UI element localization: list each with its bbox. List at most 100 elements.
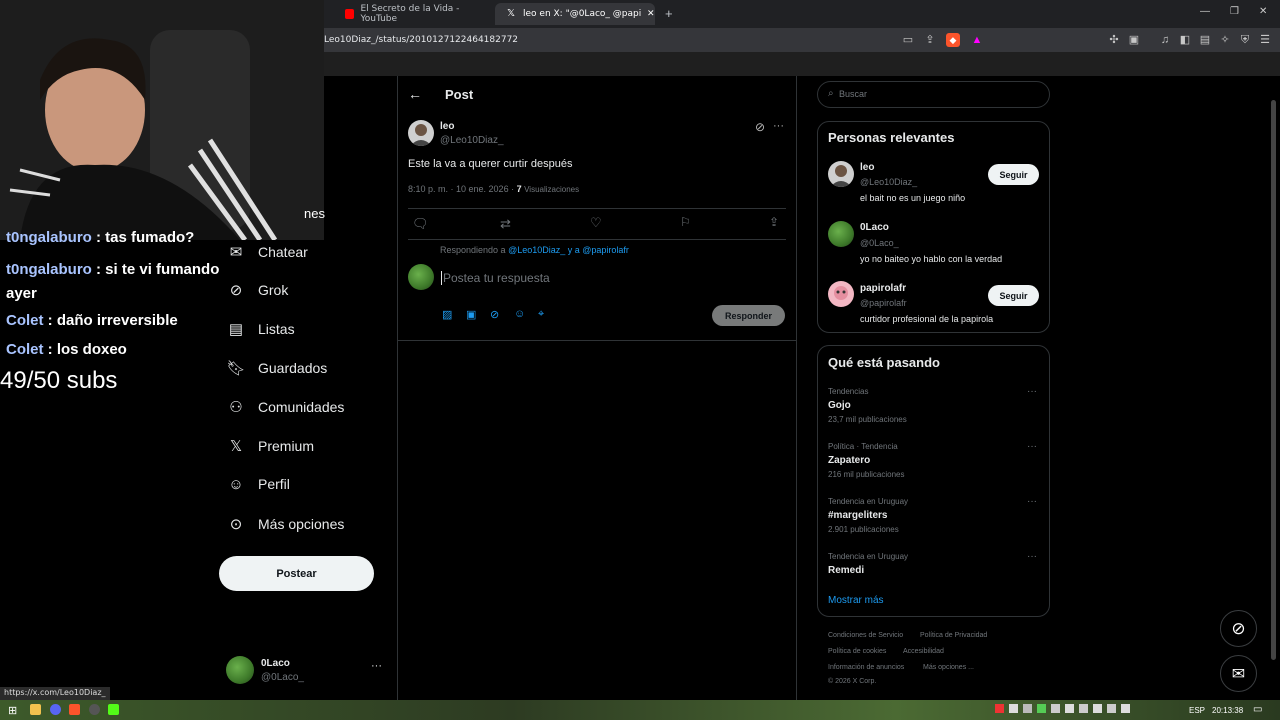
avatar[interactable] — [828, 221, 854, 247]
trend-item[interactable]: Tendencia en Uruguay #margeliters 2.901 … — [818, 494, 1049, 538]
avatar[interactable] — [828, 281, 854, 307]
trend-more-icon[interactable]: ··· — [1027, 441, 1037, 452]
minimize-icon[interactable]: — — [1200, 6, 1210, 17]
person-name[interactable]: papirolafr — [860, 283, 906, 294]
tray-icon[interactable] — [1009, 704, 1018, 713]
avatar[interactable] — [828, 161, 854, 187]
trend-item[interactable]: Tendencia en Uruguay Remedi ··· — [818, 549, 1049, 581]
footer-link[interactable]: Condiciones de Servicio — [828, 632, 903, 639]
sidebar-toggle-icon[interactable]: ◧ — [1178, 33, 1192, 47]
show-more-link[interactable]: Mostrar más — [828, 595, 884, 606]
sidebar-item-mas-opciones[interactable]: ⊙ Más opciones — [226, 509, 345, 539]
footer-link[interactable]: Política de Privacidad — [920, 632, 987, 639]
media-icon[interactable]: ▨ — [442, 308, 452, 321]
back-arrow-icon[interactable]: ← — [408, 86, 422, 102]
bookmark-post-icon[interactable]: ⚐ — [680, 215, 691, 229]
tab-x[interactable]: 𝕏 leo en X: "@0Laco_ @papirolafr ✕ — [495, 3, 655, 25]
obs-icon[interactable] — [89, 704, 100, 715]
file-explorer-icon[interactable] — [30, 704, 41, 715]
share-post-icon[interactable]: ⇪ — [769, 215, 779, 229]
footer-link[interactable]: Más opciones ... — [923, 664, 974, 671]
tray-icon[interactable] — [1037, 704, 1046, 713]
discord-icon[interactable] — [50, 704, 61, 715]
brave-icon[interactable] — [69, 704, 80, 715]
gif-icon[interactable]: ▣ — [466, 308, 476, 321]
trend-more-icon[interactable]: ··· — [1027, 551, 1037, 562]
kick-icon[interactable] — [108, 704, 119, 715]
location-icon[interactable]: ⌖ — [538, 308, 544, 321]
search-box[interactable]: ⌕ Buscar — [817, 81, 1050, 108]
brave-rewards-icon[interactable]: ▲ — [970, 33, 984, 47]
sidebar-item-listas[interactable]: ▤ Listas — [226, 314, 295, 344]
language-indicator[interactable]: ESP — [1189, 706, 1205, 715]
sidebar-item-grok[interactable]: ⊘ Grok — [226, 275, 289, 305]
grok-compose-icon[interactable]: ⊘ — [490, 308, 499, 321]
sidebar-item-perfil[interactable]: ☺ Perfil — [226, 469, 290, 499]
trend-more-icon[interactable]: ··· — [1027, 386, 1037, 397]
leo-ai-icon[interactable]: ✧ — [1218, 33, 1232, 47]
post-button[interactable]: Postear — [219, 556, 374, 591]
author-name[interactable]: leo — [440, 121, 454, 132]
follow-button[interactable]: Seguir — [988, 285, 1039, 306]
tray-icon[interactable] — [1023, 704, 1032, 713]
sidebar-item-chatear[interactable]: ✉ Chatear — [226, 237, 308, 267]
screen-icon[interactable]: ▭ — [901, 33, 915, 47]
sidebar-item-premium[interactable]: 𝕏 Premium — [226, 431, 314, 461]
tray-icon[interactable] — [1107, 704, 1116, 713]
close-tab-icon[interactable]: ✕ — [647, 9, 655, 19]
system-tray[interactable] — [995, 704, 1175, 715]
trend-more-icon[interactable]: ··· — [1027, 496, 1037, 507]
reply-button[interactable]: Responder — [712, 305, 785, 326]
extensions-icon[interactable]: ✣ — [1107, 33, 1121, 47]
tray-icon[interactable] — [1079, 704, 1088, 713]
author-handle[interactable]: @Leo10Diaz_ — [440, 135, 504, 146]
person-handle: @0Laco_ — [860, 238, 899, 248]
search-input[interactable]: Buscar — [839, 89, 867, 99]
replying-to-users[interactable]: @Leo10Diaz_ y a @papirolafr — [508, 245, 629, 255]
author-avatar[interactable] — [408, 120, 434, 146]
account-switcher[interactable]: 0Laco @0Laco_ ··· — [226, 656, 386, 686]
messages-fab-icon[interactable]: ✉ — [1220, 655, 1257, 692]
reply-icon[interactable]: 🗨︎ — [412, 216, 429, 232]
page-scrollbar[interactable] — [1271, 100, 1276, 660]
follow-button[interactable]: Seguir — [988, 164, 1039, 185]
brave-shield-icon[interactable]: ◆ — [946, 33, 960, 47]
trend-item[interactable]: Política · Tendencia Zapatero 216 mil pu… — [818, 439, 1049, 483]
windows-start-icon[interactable]: ⊞ — [8, 704, 17, 717]
repost-icon[interactable]: ⇄ — [500, 216, 511, 232]
person-name[interactable]: 0Laco — [860, 222, 889, 233]
vpn-icon[interactable]: ⛨ — [1238, 33, 1252, 47]
url-text[interactable]: Leo10Diaz_/status/2010127122464182772 — [324, 35, 518, 45]
footer-link[interactable]: Accesibilidad — [903, 648, 944, 655]
wallet2-icon[interactable]: ▤ — [1198, 33, 1212, 47]
emoji-icon[interactable]: ☺ — [514, 308, 525, 320]
clock[interactable]: 20:13:38 — [1212, 706, 1243, 715]
grok-explain-icon[interactable]: ⊘ — [755, 120, 765, 134]
footer-link[interactable]: Información de anuncios — [828, 664, 904, 671]
trending-card: Qué está pasando Tendencias Gojo 23,7 mi… — [817, 345, 1050, 617]
tray-icon[interactable] — [1121, 704, 1130, 713]
restore-icon[interactable]: ❐ — [1230, 6, 1239, 17]
notifications-icon[interactable]: ▭ — [1253, 704, 1262, 715]
tray-icon[interactable] — [1065, 704, 1074, 713]
close-window-icon[interactable]: ✕ — [1259, 6, 1267, 17]
grok-fab-icon[interactable]: ⊘ — [1220, 610, 1257, 647]
share-icon[interactable]: ⇪ — [923, 33, 937, 47]
sidebar-item-comunidades[interactable]: ⚇ Comunidades — [226, 392, 344, 422]
x-icon: 𝕏 — [229, 438, 243, 455]
like-icon[interactable]: ♡ — [590, 215, 602, 231]
tab-youtube[interactable]: El Secreto de la Vida - YouTube — [333, 3, 491, 25]
sidebar-item-guardados[interactable]: 🔖︎ Guardados — [226, 353, 327, 383]
tray-icon[interactable] — [995, 704, 1004, 713]
post-more-icon[interactable]: ··· — [773, 120, 784, 132]
reply-input[interactable]: Postea tu respuesta — [441, 271, 550, 285]
tray-icon[interactable] — [1051, 704, 1060, 713]
trend-item[interactable]: Tendencias Gojo 23,7 mil publicaciones ·… — [818, 384, 1049, 428]
wallet-icon[interactable]: ▣ — [1127, 33, 1141, 47]
footer-link[interactable]: Política de cookies — [828, 648, 886, 655]
menu-icon[interactable]: ☰ — [1258, 33, 1272, 47]
tray-icon[interactable] — [1093, 704, 1102, 713]
person-name[interactable]: leo — [860, 162, 874, 173]
music-icon[interactable]: ♫ — [1158, 33, 1172, 47]
new-tab-icon[interactable]: + — [665, 6, 673, 21]
